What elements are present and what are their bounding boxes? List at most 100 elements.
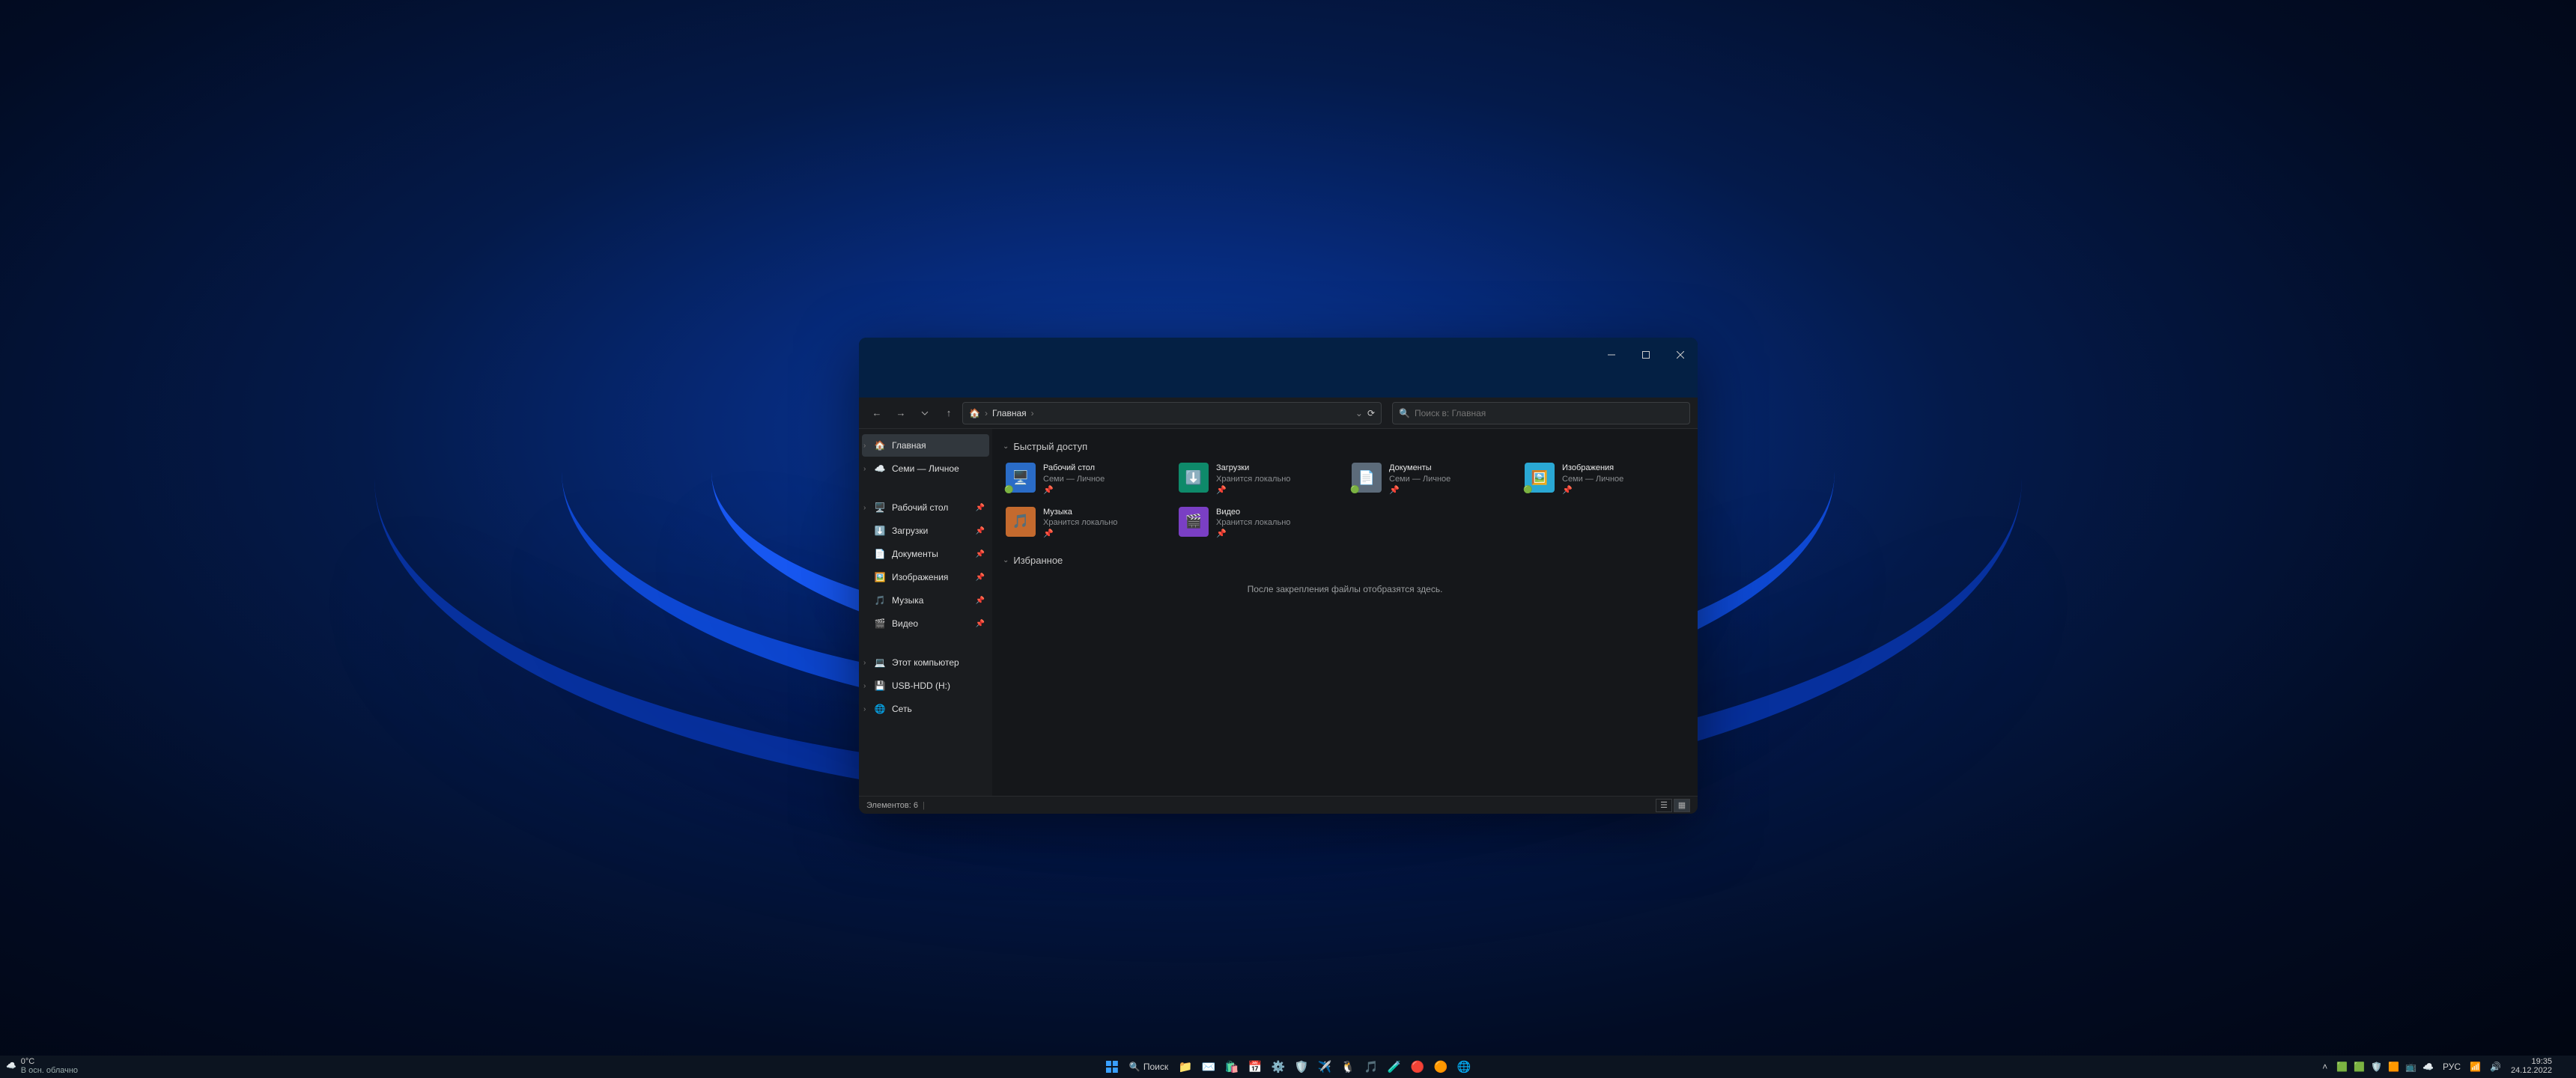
sidebar-item-label: Сеть [892, 704, 912, 714]
navbar: ← → ↑ 🏠 › Главная › ⌄ ⟳ 🔍 [859, 398, 1698, 429]
close-button[interactable] [1663, 344, 1698, 366]
weather-widget[interactable]: ☁️ 0°C В осн. облачно [6, 1058, 78, 1075]
sync-badge-icon: 🟢 [1350, 486, 1359, 494]
search-icon: 🔍 [1399, 408, 1410, 418]
sidebar-item-label: USB-HDD (H:) [892, 680, 950, 691]
address-dropdown-icon[interactable]: ⌄ [1355, 408, 1363, 418]
tray-cast-icon[interactable]: 📺 [2403, 1062, 2419, 1072]
pin-icon: 📌 [976, 504, 985, 512]
tray-antivirus-o-icon[interactable]: 🟧 [2386, 1062, 2402, 1072]
taskbar-telegram-icon[interactable]: ✈️ [1314, 1056, 1335, 1077]
sync-badge-icon: 🟢 [1004, 486, 1013, 494]
quick-access-grid: 🖥️🟢Рабочий столСеми — Личное📌⬇️ЗагрузкиХ… [1003, 460, 1687, 543]
quick-access-item[interactable]: 🖼️🟢ИзображенияСеми — Личное📌 [1522, 460, 1687, 499]
sidebar-item-usb[interactable]: ›💾USB-HDD (H:) [862, 674, 989, 697]
chevron-right-icon: › [863, 465, 866, 473]
sidebar-item-pc[interactable]: ›💻Этот компьютер [862, 651, 989, 674]
tray-onedrive-icon[interactable]: ☁️ [2420, 1062, 2436, 1072]
tray-antivirus-k-icon[interactable]: 🟩 [2351, 1062, 2367, 1072]
document-icon: 📄🟢 [1352, 463, 1382, 493]
taskbar-opera-gx-icon[interactable]: 🔴 [1407, 1056, 1428, 1077]
taskbar-tiktok-icon[interactable]: 🎵 [1361, 1056, 1382, 1077]
sidebar-item-music[interactable]: 🎵Музыка📌 [862, 589, 989, 612]
sidebar-item-label: Изображения [892, 572, 948, 582]
music-icon: 🎵 [1006, 507, 1036, 537]
sidebar-item-document[interactable]: 📄Документы📌 [862, 543, 989, 565]
sidebar: ›🏠Главная›☁️Семи — Личное›🖥️Рабочий стол… [859, 429, 992, 796]
sidebar-item-home[interactable]: › 🏠 Главная [862, 434, 989, 457]
taskbar-start-icon[interactable] [1102, 1056, 1123, 1077]
view-tiles-button[interactable]: ▦ [1674, 799, 1690, 812]
picture-icon: 🖼️ [874, 571, 886, 583]
maximize-button[interactable] [1629, 344, 1663, 366]
taskbar-store-icon[interactable]: 🛍️ [1221, 1056, 1242, 1077]
search-box[interactable]: 🔍 [1392, 402, 1690, 424]
clock-date: 24.12.2022 [2511, 1067, 2552, 1076]
titlebar [859, 338, 1698, 398]
taskbar-edge-icon[interactable]: 🌐 [1453, 1056, 1474, 1077]
taskbar-clock[interactable]: 19:35 24.12.2022 [2508, 1058, 2555, 1075]
desktop-icon: 🖥️ [874, 502, 886, 514]
tray-nvidia-icon[interactable]: 🟩 [2334, 1062, 2350, 1072]
quick-access-item[interactable]: 🎬ВидеоХранится локально📌 [1176, 504, 1341, 543]
tray-network-icon[interactable]: 📶 [2467, 1062, 2483, 1072]
favorites-empty-text: После закрепления файлы отобразятся здес… [1003, 573, 1687, 605]
group-favorites-header[interactable]: ⌄ Избранное [1003, 555, 1687, 566]
chevron-right-icon: › [863, 442, 866, 450]
chevron-down-icon: ⌄ [1003, 556, 1009, 564]
minimize-button[interactable] [1594, 344, 1629, 366]
taskbar-explorer-icon[interactable]: 📁 [1175, 1056, 1196, 1077]
sidebar-item-label: Этот компьютер [892, 657, 959, 668]
taskbar-calendar-icon[interactable]: 📅 [1245, 1056, 1266, 1077]
sidebar-item-network[interactable]: › 🌐 Сеть [862, 698, 989, 720]
content-area: ⌄ Быстрый доступ 🖥️🟢Рабочий столСеми — Л… [992, 429, 1698, 796]
sidebar-item-desktop[interactable]: ›🖥️Рабочий стол📌 [862, 496, 989, 519]
tray-shield-icon[interactable]: 🛡️ [2369, 1062, 2384, 1072]
taskbar-tux-icon[interactable]: 🐧 [1337, 1056, 1358, 1077]
breadcrumb-current: Главная [992, 408, 1027, 418]
video-icon: 🎬 [1179, 507, 1209, 537]
nav-back-button[interactable]: ← [866, 403, 887, 424]
taskbar-opera-icon[interactable]: 🟠 [1430, 1056, 1451, 1077]
quick-access-item[interactable]: ⬇️ЗагрузкиХранится локально📌 [1176, 460, 1341, 499]
item-location: Семи — Личное [1389, 474, 1450, 485]
item-name: Документы [1389, 463, 1450, 474]
item-location: Хранится локально [1043, 517, 1117, 529]
sidebar-item-label: Главная [892, 440, 926, 451]
nav-up-button[interactable]: ↑ [938, 403, 959, 424]
sidebar-item-label: Рабочий стол [892, 502, 948, 513]
refresh-button[interactable]: ⟳ [1367, 408, 1375, 418]
sidebar-item-download[interactable]: ⬇️Загрузки📌 [862, 520, 989, 542]
tray-overflow-button[interactable]: ˄ [2320, 1062, 2330, 1072]
taskbar-settings-icon[interactable]: ⚙️ [1268, 1056, 1289, 1077]
status-count-value: 6 [914, 801, 918, 810]
taskbar-center: 🔍Поиск📁✉️🛍️📅⚙️🛡️✈️🐧🎵🧪🔴🟠🌐 [1102, 1056, 1474, 1077]
sidebar-item-video[interactable]: 🎬Видео📌 [862, 612, 989, 635]
search-input[interactable] [1415, 408, 1683, 418]
taskbar-mail-icon[interactable]: ✉️ [1198, 1056, 1219, 1077]
quick-access-item[interactable]: 🎵МузыкаХранится локально📌 [1003, 504, 1168, 543]
address-bar[interactable]: 🏠 › Главная › ⌄ ⟳ [962, 402, 1382, 424]
download-icon: ⬇️ [1179, 463, 1209, 493]
quick-access-item[interactable]: 📄🟢ДокументыСеми — Личное📌 [1349, 460, 1514, 499]
quick-access-item[interactable]: 🖥️🟢Рабочий столСеми — Личное📌 [1003, 460, 1168, 499]
tray-language[interactable]: РУС [2440, 1062, 2463, 1072]
group-quick-access-header[interactable]: ⌄ Быстрый доступ [1003, 441, 1687, 452]
taskbar-search[interactable]: 🔍Поиск [1125, 1058, 1173, 1076]
nav-recent-button[interactable] [914, 403, 935, 424]
tray-volume-icon[interactable]: 🔊 [2488, 1062, 2503, 1072]
network-icon: 🌐 [874, 703, 886, 715]
home-icon: 🏠 [874, 439, 886, 451]
sidebar-item-picture[interactable]: 🖼️Изображения📌 [862, 566, 989, 588]
status-count-label: Элементов: [866, 801, 911, 810]
view-details-button[interactable]: ☰ [1656, 799, 1672, 812]
notifications-button[interactable] [2560, 1062, 2570, 1072]
nav-forward-button[interactable]: → [890, 403, 911, 424]
sidebar-item-onedrive[interactable]: ›☁️Семи — Личное [862, 457, 989, 480]
pin-icon: 📌 [1043, 529, 1117, 540]
chevron-right-icon: › [863, 705, 866, 713]
taskbar-security-icon[interactable]: 🛡️ [1291, 1056, 1312, 1077]
group-title: Быстрый доступ [1013, 441, 1087, 452]
sidebar-item-label: Музыка [892, 595, 923, 606]
taskbar-beaker-icon[interactable]: 🧪 [1384, 1056, 1405, 1077]
